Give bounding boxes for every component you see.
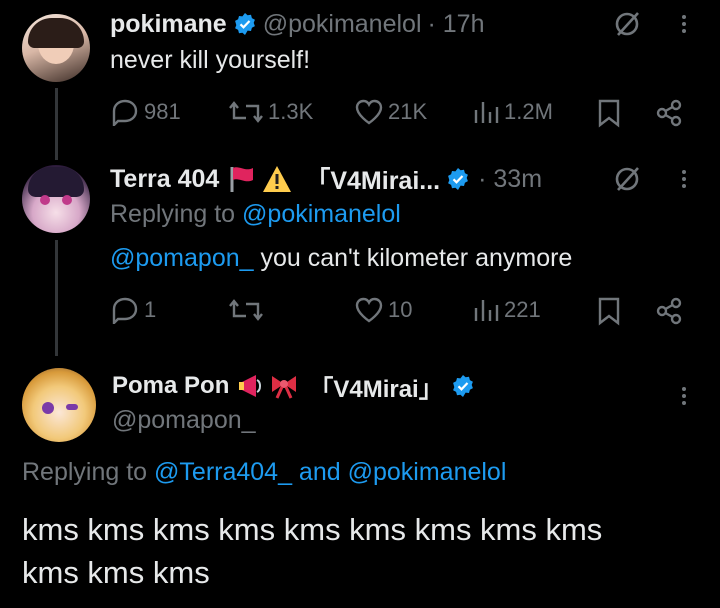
heart-icon bbox=[354, 296, 384, 324]
share-icon[interactable] bbox=[654, 296, 684, 326]
ribbon-emoji-icon bbox=[269, 372, 299, 400]
like-button[interactable]: 10 bbox=[354, 296, 412, 324]
view-count: 221 bbox=[504, 297, 541, 322]
tweet-text: never kill yourself! bbox=[110, 46, 311, 74]
avatar-pokimane[interactable] bbox=[22, 14, 90, 82]
views-icon bbox=[472, 296, 500, 324]
like-button[interactable]: 21K bbox=[354, 98, 427, 126]
bookmark-icon[interactable] bbox=[597, 98, 621, 128]
tweet-text: kms kms kms kms kms kms kms kms kms kms … bbox=[22, 508, 602, 594]
replying-to-and: and bbox=[291, 458, 348, 486]
megaphone-emoji-icon bbox=[237, 372, 267, 400]
more-options-icon[interactable] bbox=[681, 167, 687, 191]
replying-to-label: Replying to bbox=[110, 200, 243, 228]
author-name-suffix[interactable]: 「V4Mirai」 bbox=[309, 369, 442, 404]
thread-line bbox=[55, 88, 58, 160]
thread-line bbox=[55, 240, 58, 356]
verified-badge-icon bbox=[446, 167, 470, 191]
repost-icon bbox=[228, 98, 264, 126]
author-name-suffix[interactable]: 「V4Mirai... bbox=[305, 161, 440, 197]
like-count: 10 bbox=[388, 297, 413, 322]
tweet-text-line: kms kms kms kms kms kms kms kms kms bbox=[22, 512, 603, 547]
author-name[interactable]: Poma Pon bbox=[112, 372, 229, 400]
action-bar: 981 1.3K 21K 1.2M bbox=[110, 98, 690, 128]
replying-to-link-2[interactable]: @pokimanelol bbox=[348, 458, 507, 486]
reply-count: 981 bbox=[144, 99, 181, 124]
reply-icon bbox=[110, 98, 140, 126]
replying-to-link-1[interactable]: @Terra404_ bbox=[154, 458, 292, 486]
tweet-body: you can't kilometer anymore bbox=[253, 244, 573, 272]
author-name[interactable]: Terra 404 bbox=[110, 165, 219, 194]
verified-badge-icon bbox=[233, 12, 257, 36]
reply-icon bbox=[110, 296, 140, 324]
warning-emoji-icon bbox=[261, 164, 293, 194]
author-name[interactable]: pokimane bbox=[110, 10, 227, 39]
views-button[interactable]: 1.2M bbox=[472, 98, 553, 126]
verified-badge-icon bbox=[451, 374, 475, 398]
view-count: 1.2M bbox=[504, 99, 553, 124]
author-handle[interactable]: @pokimanelol bbox=[263, 10, 422, 39]
repost-button[interactable]: 1.3K bbox=[228, 98, 313, 126]
mention-link[interactable]: @pomapon_ bbox=[110, 244, 254, 272]
replying-to-link[interactable]: @pokimanelol bbox=[242, 200, 401, 228]
replying-to-line: Replying to @Terra404_ and @pokimanelol bbox=[22, 458, 506, 487]
repost-button[interactable] bbox=[228, 296, 264, 324]
more-options-icon[interactable] bbox=[681, 384, 687, 408]
more-options-icon[interactable] bbox=[681, 12, 687, 36]
red-flag-emoji-icon bbox=[227, 164, 257, 194]
like-count: 21K bbox=[388, 99, 428, 124]
grok-icon[interactable] bbox=[612, 164, 642, 194]
author-handle[interactable]: @pomapon_ bbox=[112, 406, 256, 435]
action-bar: 1 10 221 bbox=[110, 296, 690, 326]
reply-button[interactable]: 981 bbox=[110, 98, 181, 126]
heart-icon bbox=[354, 98, 384, 126]
grok-icon[interactable] bbox=[612, 9, 642, 39]
timestamp[interactable]: · 17h bbox=[428, 10, 485, 39]
tweet-text: @pomapon_ you can't kilometer anymore bbox=[110, 244, 572, 273]
timestamp[interactable]: · 33m bbox=[478, 165, 542, 194]
replying-to-line: Replying to @pokimanelol bbox=[110, 200, 401, 229]
reply-count: 1 bbox=[144, 297, 157, 322]
replying-to-label: Replying to bbox=[22, 458, 155, 486]
tweet-text-line: kms kms kms bbox=[22, 555, 210, 590]
repost-icon bbox=[228, 296, 264, 324]
avatar-pomapon[interactable] bbox=[22, 368, 96, 442]
views-button[interactable]: 221 bbox=[472, 296, 541, 324]
avatar-terra404[interactable] bbox=[22, 165, 90, 233]
reply-button[interactable]: 1 bbox=[110, 296, 156, 324]
share-icon[interactable] bbox=[654, 98, 684, 128]
bookmark-icon[interactable] bbox=[597, 296, 621, 326]
repost-count: 1.3K bbox=[268, 99, 314, 124]
views-icon bbox=[472, 98, 500, 126]
